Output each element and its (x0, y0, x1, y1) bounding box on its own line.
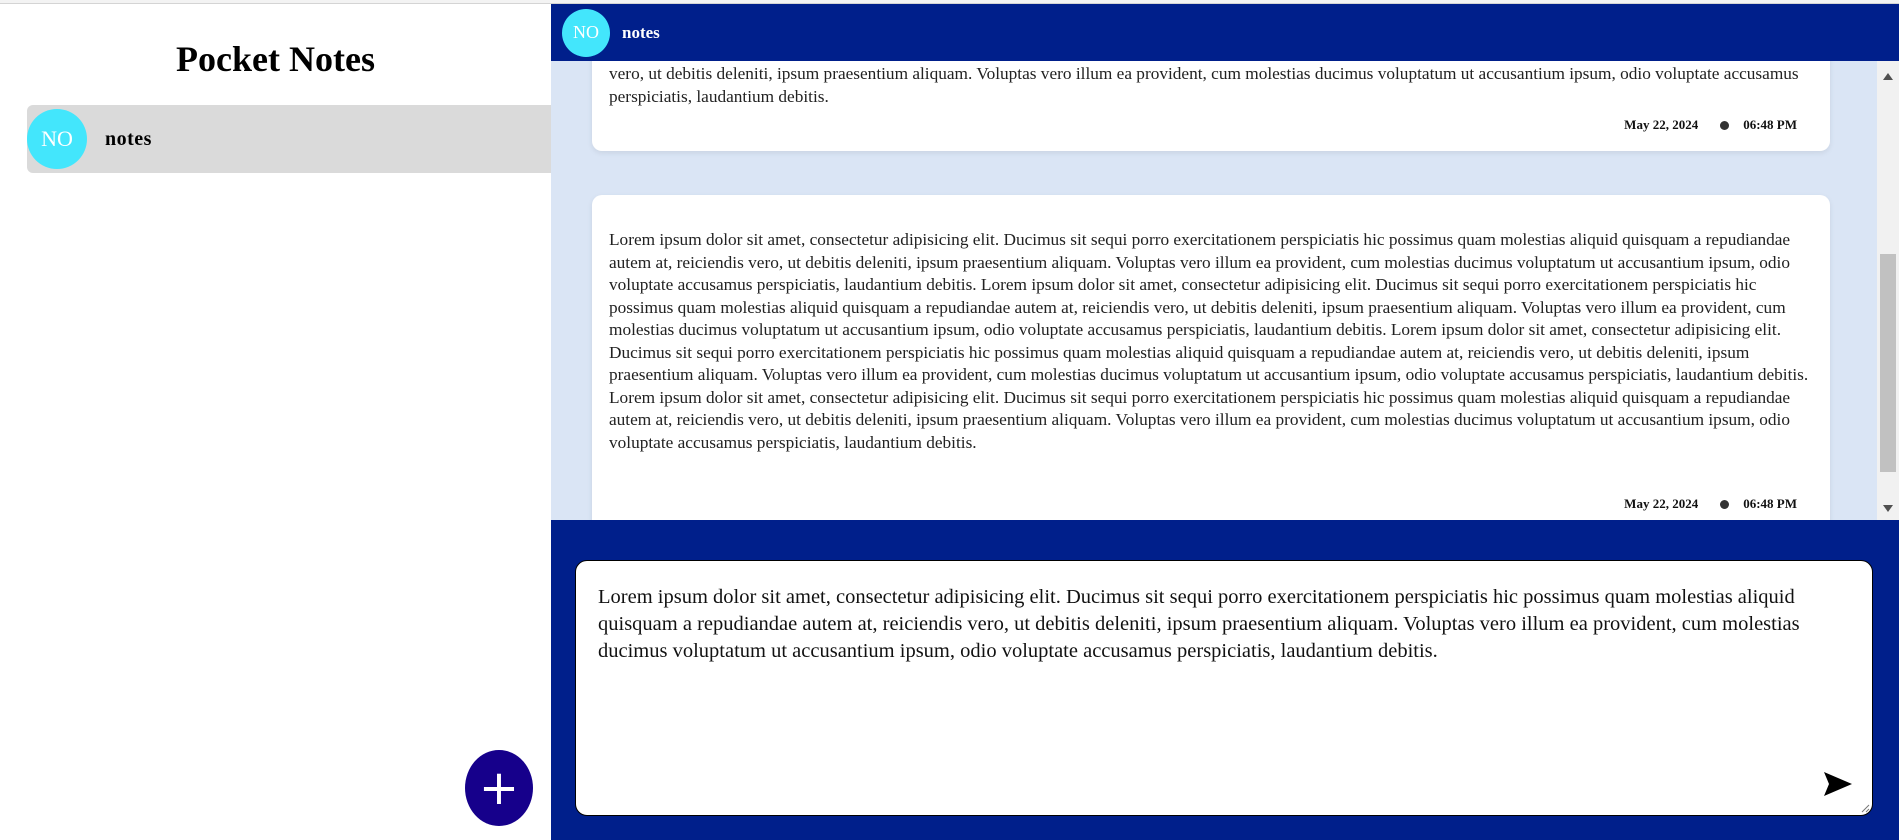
note-text: vero, ut debitis deleniti, ipsum praesen… (609, 64, 1799, 106)
separator-dot-icon (1720, 120, 1730, 130)
note-input[interactable]: Lorem ipsum dolor sit amet, consectetur … (575, 560, 1873, 816)
scroll-up-arrow-icon[interactable] (1883, 73, 1893, 80)
header-title: notes (622, 22, 660, 42)
note-time: 06:48 PM (1743, 117, 1797, 132)
note-meta: May 22, 2024 06:48 PM (1624, 117, 1797, 133)
note-card: Lorem ipsum dolor sit amet, consectetur … (592, 195, 1830, 520)
note-text: Lorem ipsum dolor sit amet, consectetur … (609, 230, 1809, 452)
app-title: Pocket Notes (176, 39, 375, 79)
note-composer: Lorem ipsum dolor sit amet, consectetur … (551, 520, 1899, 840)
group-name: notes (105, 127, 152, 150)
notes-header: NO notes (551, 4, 1899, 61)
notes-list[interactable]: vero, ut debitis deleniti, ipsum praesen… (551, 61, 1899, 520)
note-card: vero, ut debitis deleniti, ipsum praesen… (592, 61, 1830, 151)
group-avatar: NO (27, 109, 87, 169)
scroll-down-arrow-icon[interactable] (1883, 505, 1893, 512)
resize-handle-icon[interactable] (1860, 803, 1870, 813)
group-item-notes[interactable]: NO notes (27, 105, 551, 173)
note-time: 06:48 PM (1743, 496, 1797, 511)
add-group-button[interactable]: + (465, 750, 533, 826)
note-date: May 22, 2024 (1624, 117, 1699, 132)
send-arrow-icon[interactable] (1823, 771, 1853, 797)
scrollbar-thumb[interactable] (1880, 254, 1896, 472)
notes-scrollbar[interactable] (1877, 61, 1899, 520)
note-date: May 22, 2024 (1624, 496, 1699, 511)
header-avatar: NO (562, 8, 610, 57)
notes-panel: NO notes vero, ut debitis deleniti, ipsu… (551, 4, 1899, 840)
note-input-text[interactable]: Lorem ipsum dolor sit amet, consectetur … (598, 584, 1858, 665)
sidebar: Pocket Notes NO notes + (0, 4, 551, 840)
note-meta: May 22, 2024 06:48 PM (1624, 496, 1797, 512)
separator-dot-icon (1720, 499, 1730, 509)
